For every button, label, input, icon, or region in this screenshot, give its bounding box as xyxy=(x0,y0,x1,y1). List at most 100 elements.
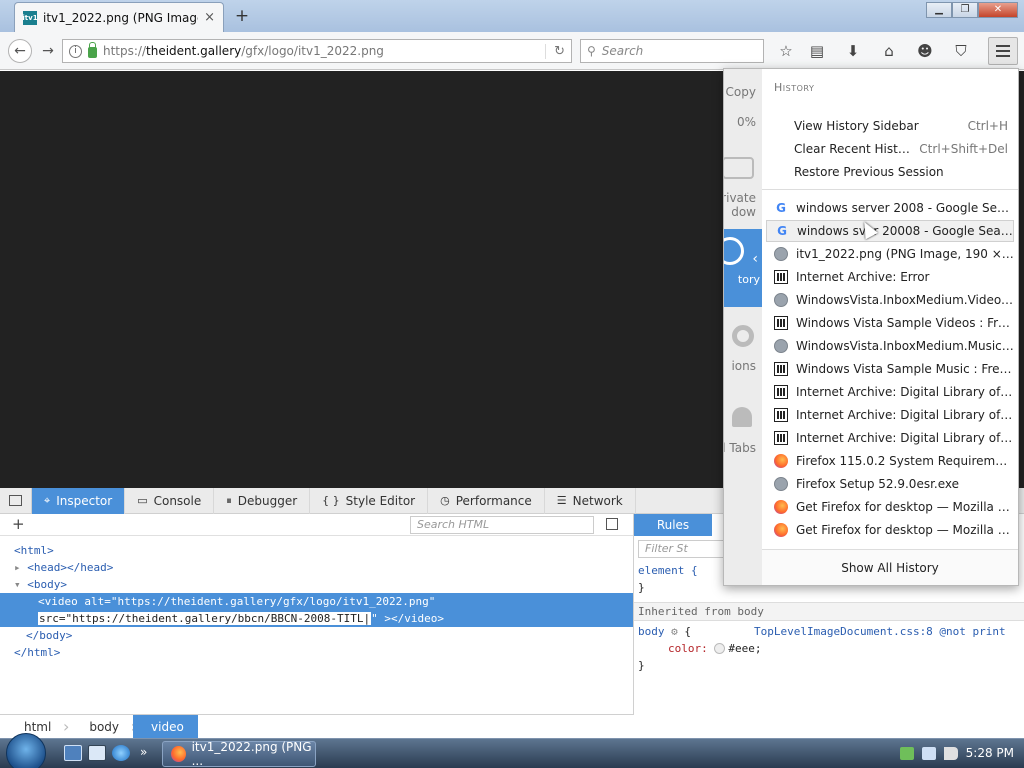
history-item[interactable]: Internet Archive: Digital Library of Fre… xyxy=(766,427,1014,449)
tab-debugger[interactable]: ⏸ Debugger xyxy=(214,487,311,514)
tab-itv1[interactable]: itv1 itv1_2022.png (PNG Image,... × xyxy=(14,2,224,32)
menu-zoom-label[interactable]: 0% xyxy=(737,115,756,129)
close-tab-icon[interactable]: × xyxy=(204,10,215,25)
taskbar-firefox-task[interactable]: itv1_2022.png (PNG ... xyxy=(162,740,316,768)
volume-icon[interactable] xyxy=(943,746,958,760)
forward-button[interactable]: → xyxy=(36,39,60,63)
tab-inspector[interactable]: ⌖ Inspector xyxy=(32,487,126,514)
open-menu-button[interactable] xyxy=(988,37,1018,65)
reload-icon[interactable]: ↻ xyxy=(545,43,565,59)
show-all-history-button[interactable]: Show All History xyxy=(762,549,1018,585)
history-item[interactable]: Firefox Setup 52.9.0esr.exe xyxy=(766,473,1014,495)
menu-options-label[interactable]: ions xyxy=(731,359,756,373)
quick-launch-overflow-icon[interactable]: » xyxy=(140,745,152,761)
menu-private-label[interactable]: Private xyxy=(724,191,756,205)
tab-label: Network xyxy=(572,493,623,508)
tab-performance[interactable]: ◷ Performance xyxy=(428,487,545,514)
globe-icon xyxy=(774,247,788,261)
internet-archive-icon xyxy=(774,270,788,284)
bookmarks-menu-icon[interactable]: ▤ xyxy=(806,40,828,62)
history-item[interactable]: Windows Vista Sample Videos : Free D... xyxy=(766,312,1014,334)
node-body[interactable]: ▾ <body> xyxy=(0,576,633,593)
history-item[interactable]: Internet Archive: Digital Library of Fre… xyxy=(766,404,1014,426)
bookmark-star-icon[interactable]: ☆ xyxy=(775,40,797,62)
start-button[interactable] xyxy=(6,733,46,768)
security-shield-icon[interactable] xyxy=(899,746,914,760)
expand-arrow-icon[interactable]: ▸ xyxy=(14,561,21,574)
history-item[interactable]: Windows Vista Sample Music : Free Do... xyxy=(766,358,1014,380)
minimize-button[interactable]: ▁ xyxy=(926,2,952,18)
breadcrumb-body[interactable]: body xyxy=(65,715,136,739)
firefox-icon xyxy=(774,523,788,537)
search-html-input[interactable]: Search HTML xyxy=(410,516,594,534)
node-head[interactable]: ▸ <head></head> xyxy=(0,559,633,576)
tab-label: Style Editor xyxy=(345,493,416,508)
menu-synced-tabs-label[interactable]: d Tabs xyxy=(724,441,756,455)
rules-tab[interactable]: Rules xyxy=(634,514,712,536)
history-item[interactable]: WindowsVista.InboxMedium.Video.zip xyxy=(766,289,1014,311)
restore-button[interactable]: ❐ xyxy=(952,2,978,18)
url-text[interactable]: https://theident.gallery/gfx/logo/itv1_2… xyxy=(103,44,539,58)
taskbar-task-label: itv1_2022.png (PNG ... xyxy=(191,740,312,768)
node-video-attr-edit[interactable]: src="https://theident.gallery/bbcn/BBCN-… xyxy=(0,610,633,627)
node-html-close[interactable]: </html> xyxy=(0,644,633,661)
history-item[interactable]: Internet Archive: Error xyxy=(766,266,1014,288)
pocket-icon[interactable]: ⛉ xyxy=(950,40,972,62)
url-bar[interactable]: i https://theident.gallery/gfx/logo/itv1… xyxy=(62,39,572,63)
tab-console[interactable]: ▭ Console xyxy=(125,487,215,514)
history-item[interactable]: Get Firefox for desktop — Mozilla (US) xyxy=(766,519,1014,541)
history-item[interactable]: itv1_2022.png (PNG Image, 190 × 75 pi... xyxy=(766,243,1014,265)
home-icon[interactable]: ⌂ xyxy=(878,40,900,62)
restore-previous-session-item[interactable]: Restore Previous Session xyxy=(766,161,1014,183)
app-menu-panel: Copy 0% Private dow ‹ tory ions d Tabs H… xyxy=(723,68,1019,586)
padlock-icon xyxy=(88,42,97,58)
new-tab-button[interactable]: + xyxy=(232,6,252,26)
inspector-icon: ⌖ xyxy=(44,493,51,507)
filter-styles-input[interactable]: Filter St xyxy=(638,540,734,558)
attribute-edit-field[interactable]: src="https://theident.gallery/bbcn/BBCN-… xyxy=(38,612,372,625)
node-html[interactable]: <html> xyxy=(0,542,633,559)
internet-explorer-icon[interactable] xyxy=(112,745,130,761)
internet-archive-icon xyxy=(774,385,788,399)
history-item[interactable]: Get Firefox for desktop — Mozilla (US) xyxy=(766,496,1014,518)
breadcrumb-video[interactable]: video xyxy=(133,714,198,739)
history-item[interactable]: WindowsVista.InboxMedium.Music.zip xyxy=(766,335,1014,357)
clock-time[interactable]: 5:28 PM xyxy=(966,746,1014,760)
menu-copy-label[interactable]: Copy xyxy=(726,85,756,99)
history-item[interactable]: Internet Archive: Digital Library of Fre… xyxy=(766,381,1014,403)
body-rule-close: } xyxy=(638,659,645,672)
separator xyxy=(762,189,1018,190)
markup-view: + Search HTML <html> ▸ <head></head> ▾ <… xyxy=(0,514,634,714)
search-box[interactable]: ⚲ Search xyxy=(580,39,764,63)
color-swatch-icon[interactable] xyxy=(714,643,726,654)
clear-recent-history-item[interactable]: Clear Recent History...Ctrl+Shift+Del xyxy=(766,138,1014,160)
network-icon[interactable] xyxy=(921,746,936,760)
show-desktop-icon[interactable] xyxy=(64,745,82,761)
options-gear-icon xyxy=(732,325,754,347)
collapse-arrow-icon[interactable]: ▾ xyxy=(14,578,21,591)
hello-icon[interactable]: ☻ xyxy=(914,40,936,62)
history-item-hovered[interactable]: Gwindows sver 20008 - Google Search xyxy=(766,220,1014,242)
tab-network[interactable]: ☰ Network xyxy=(545,487,636,514)
element-picker-button[interactable] xyxy=(0,487,32,514)
history-item[interactable]: Firefox 115.0.2 System Requirements xyxy=(766,450,1014,472)
menu-window-label[interactable]: dow xyxy=(731,205,756,219)
color-declaration[interactable]: color: #eee; xyxy=(638,640,1024,657)
node-body-close[interactable]: </body> xyxy=(0,627,633,644)
site-info-icon[interactable]: i xyxy=(69,44,82,58)
inherited-header: Inherited from body xyxy=(634,602,1024,621)
back-button[interactable]: ← xyxy=(8,39,32,63)
window-switcher-icon[interactable] xyxy=(88,745,106,761)
gear-icon[interactable]: ⚙ xyxy=(671,625,678,638)
close-window-button[interactable]: ✕ xyxy=(978,2,1018,18)
tab-style-editor[interactable]: { } Style Editor xyxy=(310,487,429,514)
menu-history-selected[interactable]: ‹ tory xyxy=(724,229,762,307)
body-selector[interactable]: body xyxy=(638,625,665,638)
rule-source-link[interactable]: TopLevelImageDocument.css:8 @not print xyxy=(754,623,1006,640)
node-video-selected[interactable]: <video alt="https://theident.gallery/gfx… xyxy=(0,593,633,610)
sidebar-toggle-icon[interactable] xyxy=(606,518,618,530)
downloads-icon[interactable]: ⬇ xyxy=(842,40,864,62)
history-item[interactable]: Gwindows server 2008 - Google Search xyxy=(766,197,1014,219)
add-node-button[interactable]: + xyxy=(12,515,25,533)
view-history-sidebar-item[interactable]: View History Sidebar Ctrl+H xyxy=(766,115,1014,137)
